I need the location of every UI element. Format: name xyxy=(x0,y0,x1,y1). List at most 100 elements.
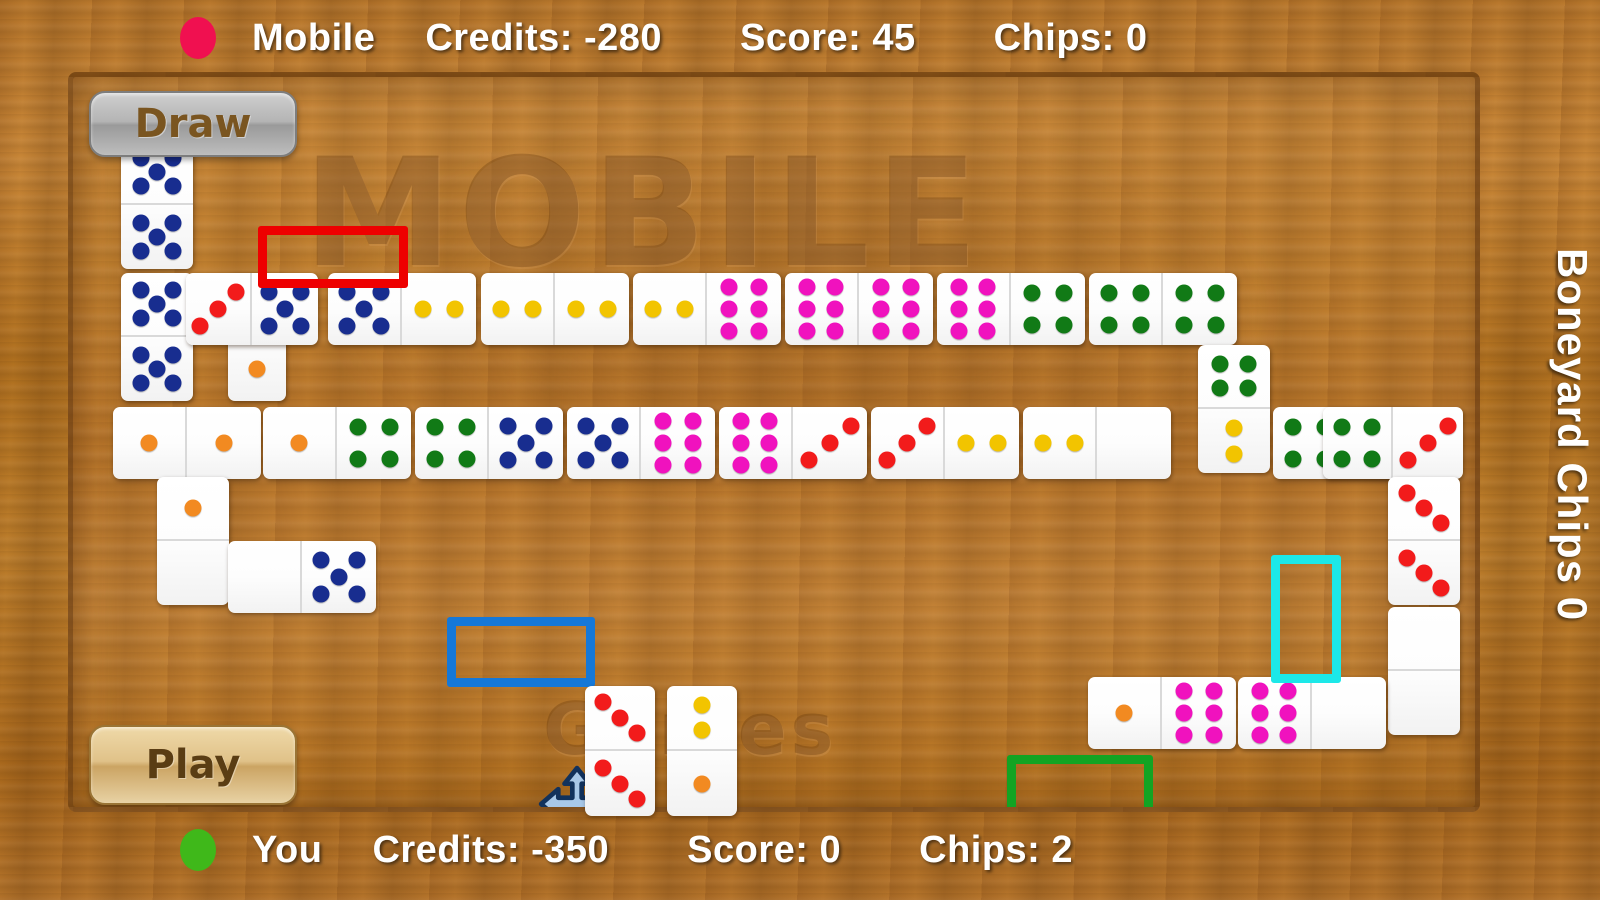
domino-pip xyxy=(1279,704,1297,722)
domino-tile[interactable] xyxy=(785,273,933,345)
domino-pip xyxy=(720,278,738,296)
domino-pip xyxy=(164,309,182,327)
domino-pip xyxy=(902,322,920,340)
domino-pip xyxy=(1175,682,1193,700)
domino-pip xyxy=(372,317,390,335)
domino-half xyxy=(1238,677,1312,749)
mobile-player-name: Mobile xyxy=(252,16,376,59)
domino-pip xyxy=(1419,434,1437,452)
domino-pip xyxy=(132,374,150,392)
domino-tile[interactable] xyxy=(1089,273,1237,345)
domino-tile[interactable] xyxy=(415,407,563,479)
domino-tile[interactable] xyxy=(719,407,867,479)
domino-tile[interactable] xyxy=(121,141,193,269)
domino-pip xyxy=(132,177,150,195)
domino-pip xyxy=(720,300,738,318)
top-status-bar: Mobile Credits: -280 Score: 45 Chips: 0 xyxy=(0,0,1600,76)
domino-pip xyxy=(1279,726,1297,744)
domino-pip xyxy=(1239,355,1257,373)
domino-pip xyxy=(1415,564,1433,582)
domino-half xyxy=(228,337,286,401)
domino-pip xyxy=(338,317,356,335)
domino-tile[interactable] xyxy=(228,541,376,613)
domino-tile[interactable] xyxy=(1198,345,1270,473)
domino-tile[interactable] xyxy=(1323,407,1463,479)
domino-tile[interactable] xyxy=(633,273,781,345)
domino-pip xyxy=(760,412,778,430)
domino-tile[interactable] xyxy=(1238,677,1386,749)
domino-half xyxy=(1163,273,1237,345)
domino-pip xyxy=(1115,704,1133,722)
domino-pip xyxy=(1205,726,1223,744)
domino-pip xyxy=(191,317,209,335)
domino-tile[interactable] xyxy=(567,407,715,479)
you-player-name: You xyxy=(252,828,323,871)
domino-half xyxy=(1162,677,1236,749)
domino-pip xyxy=(1175,726,1193,744)
domino-pip xyxy=(898,434,916,452)
domino-pip xyxy=(140,434,158,452)
domino-pip xyxy=(750,278,768,296)
domino-pip xyxy=(760,456,778,474)
domino-pip xyxy=(1034,434,1052,452)
mobile-chips: Chips: 0 xyxy=(993,16,1148,59)
domino-half xyxy=(785,273,859,345)
domino-tile[interactable] xyxy=(1023,407,1171,479)
you-credits: Credits: -350 xyxy=(372,828,610,871)
game-board[interactable]: MOBILE Games Draw Play xyxy=(68,72,1480,812)
domino-tile[interactable] xyxy=(113,407,261,479)
domino-half xyxy=(337,407,411,479)
domino-half xyxy=(1393,407,1463,479)
domino-tile[interactable] xyxy=(263,407,411,479)
domino-half xyxy=(113,407,187,479)
domino-pip xyxy=(312,585,330,603)
domino-pip xyxy=(227,283,245,301)
domino-pip xyxy=(1100,284,1118,302)
domino-pip xyxy=(599,300,617,318)
domino-pip xyxy=(1207,284,1225,302)
domino-half xyxy=(481,273,555,345)
domino-tile[interactable] xyxy=(1088,677,1236,749)
red-highlight[interactable] xyxy=(258,226,408,288)
domino-half xyxy=(1011,273,1085,345)
domino-pip xyxy=(1175,316,1193,334)
domino-pip xyxy=(878,451,896,469)
domino-tile[interactable] xyxy=(481,273,629,345)
domino-tile[interactable] xyxy=(157,477,229,605)
domino-pip xyxy=(260,317,278,335)
move-cursor-glyph xyxy=(538,765,616,807)
domino-pip xyxy=(611,417,629,435)
domino-pip xyxy=(594,434,612,452)
domino-pip xyxy=(826,300,844,318)
domino-pip xyxy=(800,451,818,469)
domino-half xyxy=(1088,677,1162,749)
domino-pip xyxy=(989,434,1007,452)
domino-tile[interactable] xyxy=(1388,477,1460,605)
domino-tile[interactable] xyxy=(871,407,1019,479)
domino-pip xyxy=(349,450,367,468)
domino-pip xyxy=(381,418,399,436)
domino-half xyxy=(1388,607,1460,671)
green-highlight[interactable] xyxy=(1007,755,1153,807)
draw-button[interactable]: Draw xyxy=(89,91,297,157)
domino-pip xyxy=(978,300,996,318)
domino-pip xyxy=(1205,682,1223,700)
domino-pip xyxy=(148,163,166,181)
domino-pip xyxy=(290,434,308,452)
domino-half xyxy=(1388,477,1460,541)
domino-pip xyxy=(446,300,464,318)
blue-highlight[interactable] xyxy=(447,617,595,687)
domino-pip xyxy=(750,322,768,340)
move-cursor-icon[interactable] xyxy=(533,765,621,807)
domino-half xyxy=(228,541,302,613)
cyan-highlight[interactable] xyxy=(1271,555,1341,683)
domino-tile[interactable] xyxy=(1388,607,1460,735)
domino-pip xyxy=(1398,484,1416,502)
domino-tile[interactable] xyxy=(121,273,193,401)
domino-tile[interactable] xyxy=(937,273,1085,345)
domino-pip xyxy=(1225,419,1243,437)
domino-pip xyxy=(1333,450,1351,468)
domino-pip xyxy=(426,450,444,468)
domino-pip xyxy=(1239,379,1257,397)
play-button[interactable]: Play xyxy=(89,725,297,805)
